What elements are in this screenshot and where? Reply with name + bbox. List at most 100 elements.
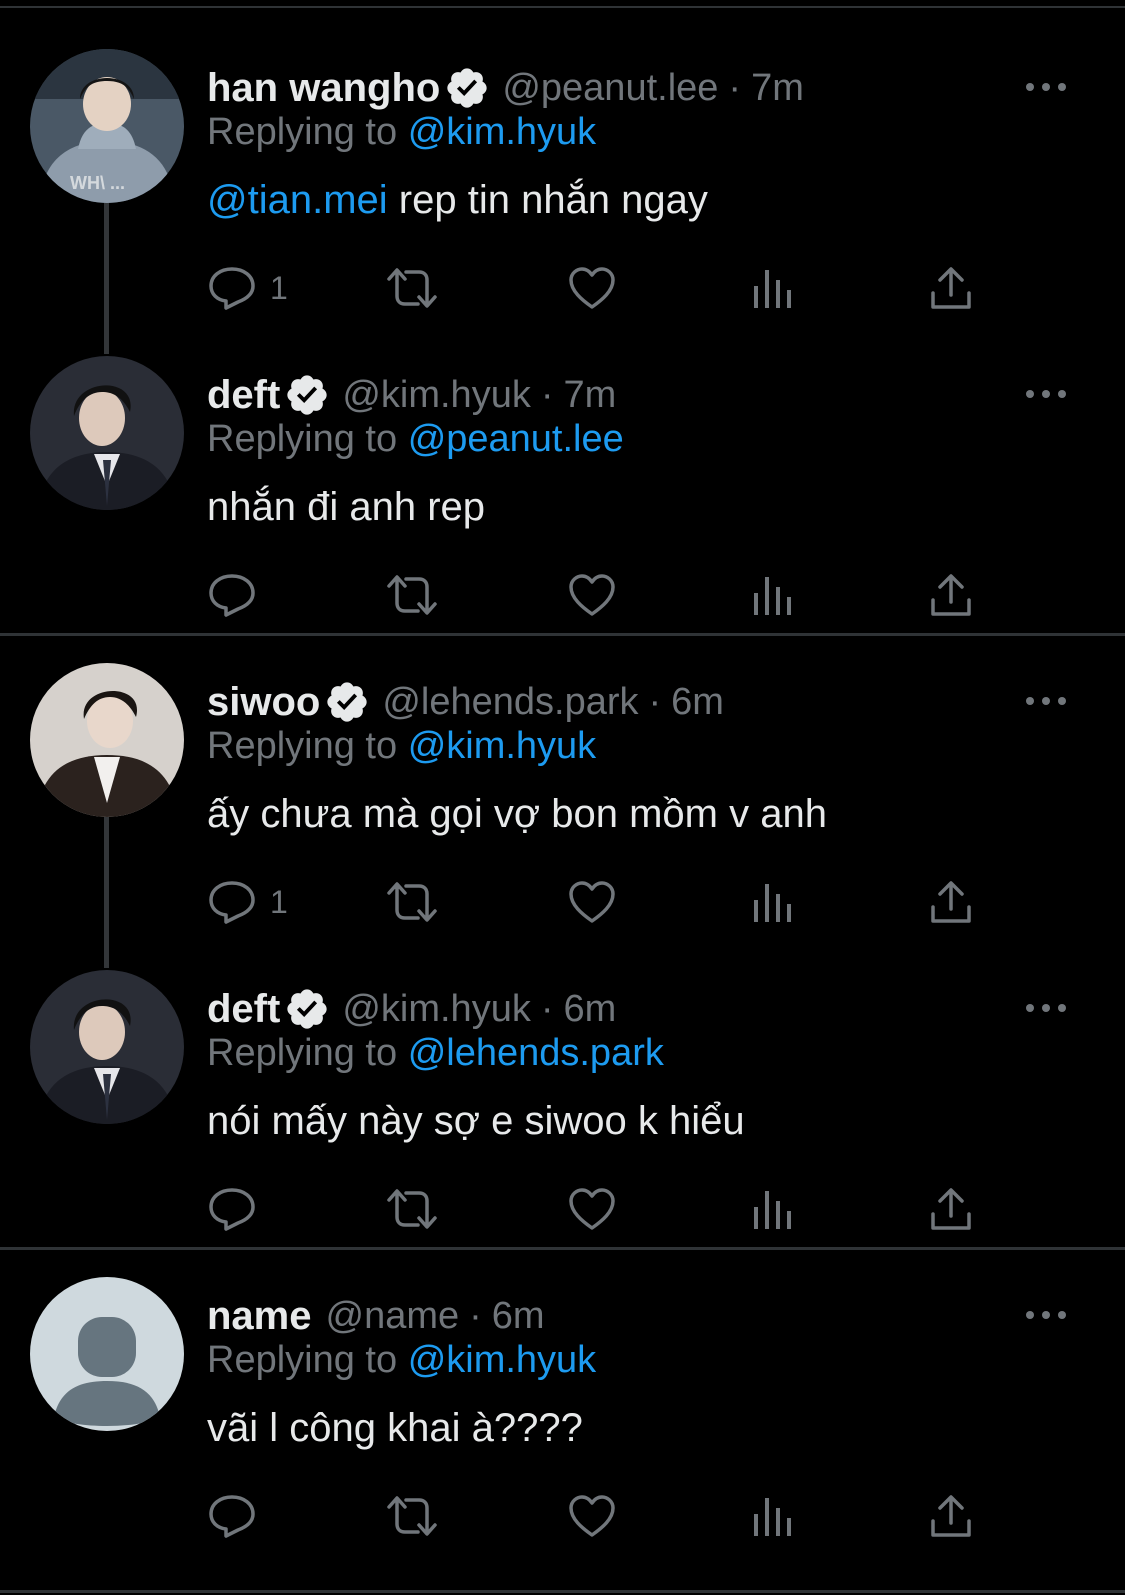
avatar[interactable]	[30, 970, 184, 1124]
avatar[interactable]	[30, 356, 184, 510]
reply-button[interactable]	[208, 570, 270, 620]
tweet[interactable]: siwoo @lehends.park · 6m Replying to @ki…	[0, 622, 1125, 932]
timestamp[interactable]: 6m	[563, 988, 616, 1031]
share-button[interactable]	[929, 877, 973, 927]
views-button[interactable]	[752, 1491, 794, 1541]
share-icon	[929, 1493, 973, 1539]
more-options-icon[interactable]	[1024, 80, 1068, 94]
more-options-icon[interactable]	[1024, 694, 1068, 708]
views-button[interactable]	[752, 1184, 794, 1234]
avatar[interactable]	[30, 1277, 184, 1431]
like-button[interactable]	[568, 1491, 616, 1541]
views-icon	[752, 880, 794, 924]
retweet-icon	[386, 1492, 438, 1540]
user-photo-jacket-icon	[30, 663, 184, 817]
user-handle[interactable]: @name	[326, 1295, 460, 1338]
views-icon	[752, 1494, 794, 1538]
retweet-button[interactable]	[386, 877, 438, 927]
tweet[interactable]: deft @kim.hyuk · 6m Replying to @lehends…	[0, 929, 1125, 1239]
default-avatar-placeholder-icon	[30, 1277, 184, 1431]
reply-icon	[208, 264, 256, 312]
verified-badge-icon	[284, 986, 330, 1032]
share-button[interactable]	[929, 1184, 973, 1234]
like-button[interactable]	[568, 570, 616, 620]
reply-count: 1	[270, 269, 288, 306]
body-mention[interactable]: @tian.mei	[207, 178, 388, 222]
tweet[interactable]: name @name · 6m Replying to @kim.hyuk vã…	[0, 1236, 1125, 1546]
like-button[interactable]	[568, 877, 616, 927]
tweet-text: vãi l công khai à????	[207, 1406, 583, 1450]
retweet-button[interactable]	[386, 1491, 438, 1541]
retweet-button[interactable]	[386, 1184, 438, 1234]
replying-to: Replying to @peanut.lee	[207, 418, 624, 461]
reply-icon	[208, 1185, 256, 1233]
reply-button[interactable]: 1	[208, 263, 288, 313]
timestamp[interactable]: 6m	[492, 1295, 545, 1338]
reply-button[interactable]: 1	[208, 877, 288, 927]
tweet[interactable]: deft @kim.hyuk · 7m Replying to @peanut.…	[0, 315, 1125, 625]
share-button[interactable]	[929, 570, 973, 620]
retweet-button[interactable]	[386, 570, 438, 620]
separator-dot: ·	[469, 1294, 482, 1337]
replying-to-mention[interactable]: @lehends.park	[408, 1032, 664, 1074]
replying-to-mention[interactable]: @peanut.lee	[408, 418, 624, 460]
reply-count: 1	[270, 883, 288, 920]
more-options-icon[interactable]	[1024, 387, 1068, 401]
tweet-text: nhắn đi anh rep	[207, 485, 486, 529]
more-options-icon[interactable]	[1024, 1001, 1068, 1015]
views-icon	[752, 1187, 794, 1231]
views-button[interactable]	[752, 877, 794, 927]
views-button[interactable]	[752, 263, 794, 313]
retweet-icon	[386, 1185, 438, 1233]
share-icon	[929, 265, 973, 311]
user-handle[interactable]: @kim.hyuk	[342, 374, 531, 417]
separator-dot: ·	[540, 987, 554, 1030]
retweet-button[interactable]	[386, 263, 438, 313]
tweet-actions	[0, 1491, 1125, 1551]
replying-prefix: Replying to	[207, 1339, 398, 1381]
replying-to: Replying to @kim.hyuk	[207, 1339, 596, 1382]
share-button[interactable]	[929, 263, 973, 313]
timestamp[interactable]: 7m	[751, 67, 804, 110]
replying-to-mention[interactable]: @kim.hyuk	[408, 725, 597, 767]
tweet[interactable]: WH\ ... han wangho @peanut.lee · 7m Repl…	[0, 8, 1125, 318]
avatar[interactable]: WH\ ...	[30, 49, 184, 203]
reply-button[interactable]	[208, 1184, 270, 1234]
timestamp[interactable]: 6m	[671, 681, 724, 724]
tweet-text: @tian.mei rep tin nhắn ngay	[207, 178, 708, 223]
replying-to: Replying to @kim.hyuk	[207, 111, 596, 154]
retweet-icon	[386, 571, 438, 619]
display-name[interactable]: siwoo	[207, 680, 320, 725]
avatar[interactable]	[30, 663, 184, 817]
replying-prefix: Replying to	[207, 1032, 398, 1074]
user-handle[interactable]: @kim.hyuk	[342, 988, 531, 1031]
display-name[interactable]: name	[207, 1294, 312, 1339]
share-button[interactable]	[929, 1491, 973, 1541]
like-button[interactable]	[568, 263, 616, 313]
views-button[interactable]	[752, 570, 794, 620]
user-handle[interactable]: @peanut.lee	[502, 67, 718, 110]
tweet-actions	[0, 570, 1125, 630]
conversation-divider	[0, 1590, 1125, 1593]
reply-icon	[208, 878, 256, 926]
tweet-text: ấy chưa mà gọi vợ bon mồm v anh	[207, 792, 827, 836]
replying-to-mention[interactable]: @kim.hyuk	[408, 1339, 597, 1381]
user-handle[interactable]: @lehends.park	[382, 681, 638, 724]
like-icon	[568, 880, 616, 924]
replying-prefix: Replying to	[207, 111, 398, 153]
like-button[interactable]	[568, 1184, 616, 1234]
user-photo-hoodie-icon: WH\ ...	[30, 49, 184, 203]
display-name[interactable]: han wangho	[207, 66, 440, 111]
display-name[interactable]: deft	[207, 373, 280, 418]
body-text: rep tin nhắn ngay	[387, 178, 708, 222]
timestamp[interactable]: 7m	[563, 374, 616, 417]
more-options-icon[interactable]	[1024, 1308, 1068, 1322]
retweet-icon	[386, 878, 438, 926]
reply-button[interactable]	[208, 1491, 270, 1541]
replying-prefix: Replying to	[207, 725, 398, 767]
display-name[interactable]: deft	[207, 987, 280, 1032]
replying-to-mention[interactable]: @kim.hyuk	[408, 111, 597, 153]
share-icon	[929, 572, 973, 618]
share-icon	[929, 879, 973, 925]
views-icon	[752, 266, 794, 310]
